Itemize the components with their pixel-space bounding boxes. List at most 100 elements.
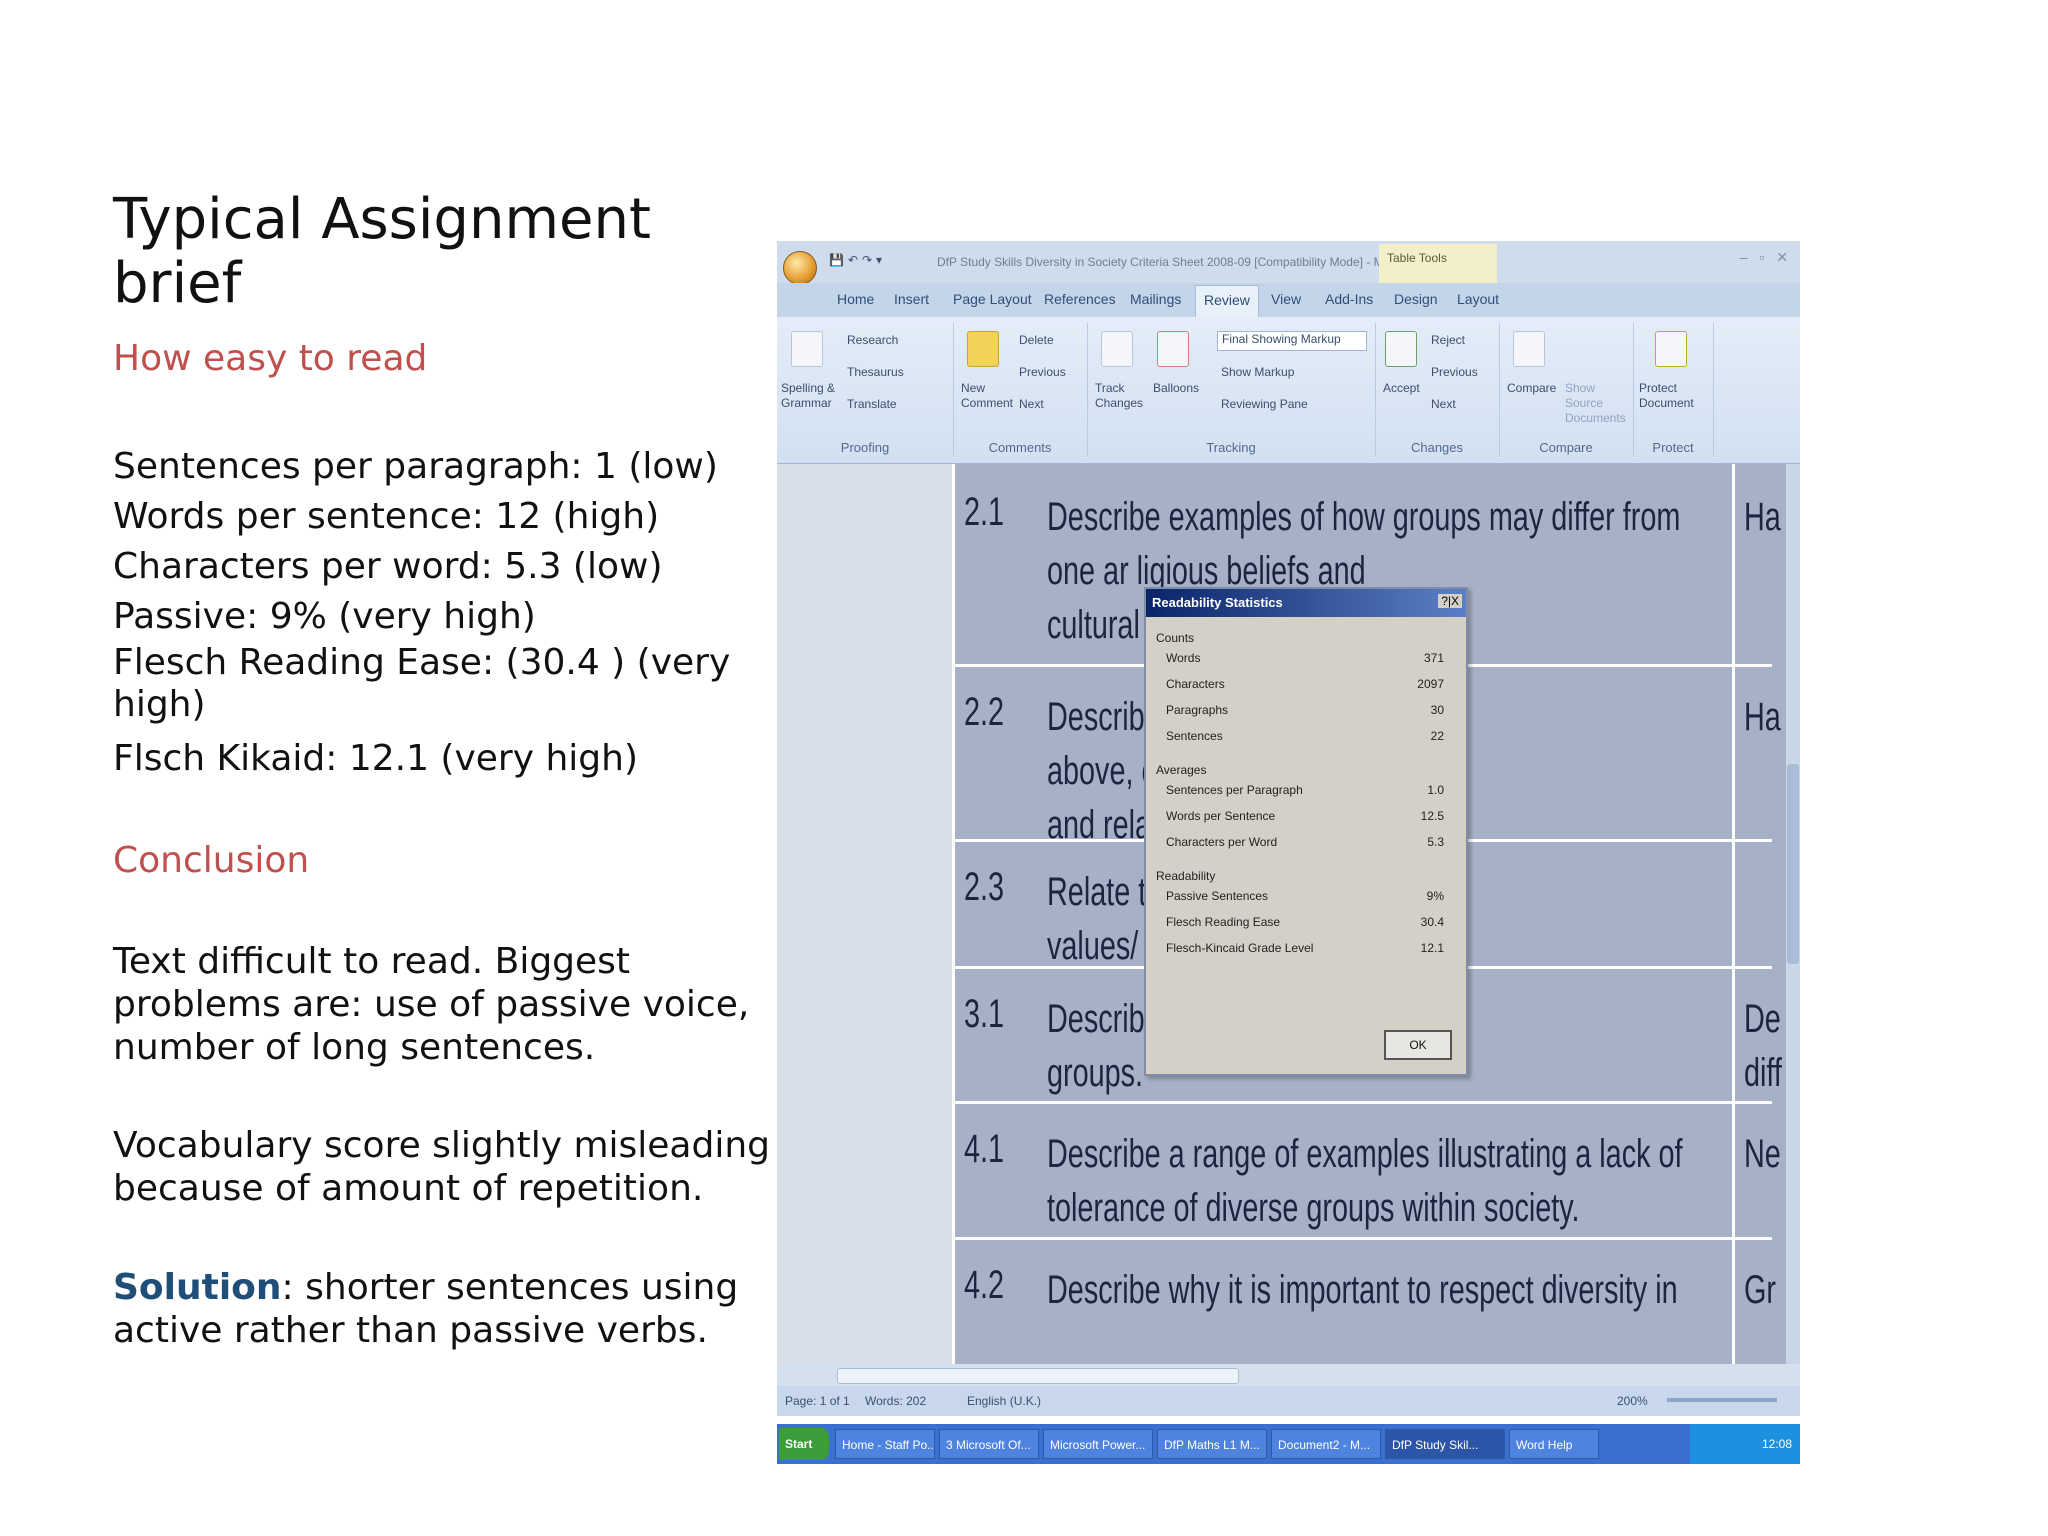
criteria-number: 4.1 [964, 1127, 1005, 1171]
table-border-left [952, 464, 955, 1364]
zoom-slider[interactable] [1667, 1398, 1777, 1402]
tab-layout[interactable]: Layout [1457, 291, 1499, 307]
next-comment-button[interactable]: Next [1019, 397, 1044, 412]
show-source-documents-button[interactable]: Show Source Documents [1565, 381, 1627, 426]
table-row: 4.2 Describe why it is important to resp… [952, 1237, 1776, 1364]
slide-title: Typical Assignment brief [113, 188, 793, 316]
vertical-scrollbar[interactable] [1786, 464, 1800, 1364]
group-label-proofing: Proofing [840, 440, 890, 455]
table-column-divider [1732, 464, 1735, 1364]
horizontal-scrollbar[interactable] [777, 1364, 1800, 1386]
tab-home[interactable]: Home [837, 291, 874, 307]
criteria-right-line: De [1744, 997, 1781, 1041]
taskbar-item-active[interactable]: DfP Study Skil... [1385, 1429, 1505, 1459]
stat-characters-per-word: Characters per word: 5.3 (low) [113, 546, 663, 587]
conclusion-text: Text difficult to read. Biggest problems… [113, 941, 750, 1068]
criteria-right-line: diff [1744, 1051, 1782, 1095]
dialog-stat-row: Flesch Reading Ease 30.4 [1146, 909, 1466, 935]
criteria-line: groups. [1047, 1051, 1144, 1095]
dialog-stat-value: 5.3 [1427, 835, 1444, 849]
protect-document-button[interactable]: Protect Document [1639, 381, 1705, 411]
show-markup-button[interactable]: Show Markup [1221, 365, 1294, 380]
next-change-button[interactable]: Next [1431, 397, 1456, 412]
taskbar-item[interactable]: Home - Staff Po... [835, 1429, 935, 1459]
group-label-comments: Comments [988, 440, 1052, 455]
tab-view[interactable]: View [1271, 291, 1301, 307]
accept-button[interactable]: Accept [1383, 381, 1420, 396]
reject-button[interactable]: Reject [1431, 333, 1465, 348]
group-compare: Compare Show Source Documents Compare [1499, 323, 1634, 457]
tab-design[interactable]: Design [1394, 291, 1438, 307]
averages-list: Sentences per Paragraph 1.0 Words per Sent… [1146, 777, 1466, 855]
slide-title-line1: Typical Assignment [113, 187, 651, 252]
status-language[interactable]: English (U.K.) [967, 1394, 1041, 1408]
criteria-number: 2.1 [964, 490, 1005, 534]
tab-insert[interactable]: Insert [894, 291, 929, 307]
status-page[interactable]: Page: 1 of 1 [785, 1394, 850, 1408]
criteria-line: Describe a range of examples illustratin… [1047, 1132, 1683, 1176]
compare-button[interactable]: Compare [1507, 381, 1556, 396]
balloons-button[interactable]: Balloons [1153, 381, 1199, 396]
horizontal-scroll-thumb[interactable] [837, 1368, 1239, 1384]
dialog-stat-label: Characters per Word [1166, 835, 1278, 849]
system-tray-clock: 12:08 [1690, 1424, 1800, 1464]
dialog-stat-value: 2097 [1417, 677, 1444, 691]
taskbar-item[interactable]: Document2 - M... [1271, 1429, 1381, 1459]
readability-statistics-dialog: Readability Statistics ?|X Counts Words 3… [1144, 587, 1468, 1076]
status-words[interactable]: Words: 202 [865, 1394, 926, 1408]
tab-mailings[interactable]: Mailings [1130, 291, 1181, 307]
dialog-stat-label: Words per Sentence [1166, 809, 1276, 823]
window-controls[interactable]: – ▫ ✕ [1740, 249, 1792, 266]
dialog-stat-value: 9% [1426, 889, 1444, 903]
dialog-stat-row: Words 371 [1146, 645, 1466, 671]
dialog-close-button[interactable]: ?|X [1438, 594, 1462, 608]
taskbar-item[interactable]: Microsoft Power... [1043, 1429, 1153, 1459]
track-changes-icon [1101, 331, 1133, 367]
vocabulary-text: Vocabulary score slightly misleading bec… [113, 1125, 771, 1209]
criteria-text: Describe a range of examples illustratin… [1047, 1127, 1683, 1235]
research-button[interactable]: Research [847, 333, 898, 348]
dialog-stat-value: 1.0 [1427, 783, 1444, 797]
dialog-stat-value: 22 [1430, 729, 1444, 743]
previous-comment-button[interactable]: Previous [1019, 365, 1066, 380]
taskbar-item[interactable]: Word Help [1509, 1429, 1599, 1459]
start-button[interactable]: Start [779, 1428, 829, 1460]
dialog-stat-row: Characters per Word 5.3 [1146, 829, 1466, 855]
criteria-right-column: Ha [1744, 695, 1781, 739]
dialog-stat-row: Flesch-Kincaid Grade Level 12.1 [1146, 935, 1466, 961]
tab-references[interactable]: References [1044, 291, 1116, 307]
dialog-section-readability: Readability [1156, 869, 1216, 883]
previous-change-button[interactable]: Previous [1431, 365, 1478, 380]
quick-access-toolbar[interactable]: 💾↶↷▾ [829, 253, 886, 267]
tab-page-layout[interactable]: Page Layout [953, 291, 1032, 307]
tab-add-ins[interactable]: Add-Ins [1325, 291, 1373, 307]
thesaurus-button[interactable]: Thesaurus [847, 365, 904, 380]
criteria-number: 2.2 [964, 690, 1005, 734]
office-button-icon[interactable] [783, 251, 817, 285]
track-changes-button[interactable]: Track Changes [1095, 381, 1149, 411]
zoom-level[interactable]: 200% [1617, 1394, 1648, 1408]
reviewing-pane-button[interactable]: Reviewing Pane [1221, 397, 1308, 412]
dialog-stat-row: Passive Sentences 9% [1146, 883, 1466, 909]
vertical-scroll-thumb[interactable] [1787, 764, 1799, 964]
table-tools-label: Table Tools [1379, 244, 1497, 283]
tab-review[interactable]: Review [1195, 285, 1259, 317]
stat-flesch-reading-ease: Flesch Reading Ease: (30.4 ) (very high) [113, 642, 731, 725]
taskbar-item[interactable]: 3 Microsoft Of... [939, 1429, 1039, 1459]
criteria-right-column: Ne [1744, 1132, 1781, 1176]
delete-comment-button[interactable]: Delete [1019, 333, 1054, 348]
criteria-right-column: De diff [1744, 992, 1782, 1100]
review-ribbon: Spelling & Grammar Research Thesaurus Tr… [777, 317, 1800, 464]
window-title: DfP Study Skills Diversity in Society Cr… [937, 255, 1394, 269]
taskbar-item[interactable]: DfP Maths L1 M... [1157, 1429, 1267, 1459]
markup-display-select[interactable]: Final Showing Markup [1217, 331, 1367, 351]
translate-button[interactable]: Translate [847, 397, 897, 412]
spelling-grammar-button[interactable]: Spelling & Grammar [781, 381, 837, 411]
dialog-stat-label: Passive Sentences [1166, 889, 1269, 903]
group-protect: Protect Document Protect [1633, 323, 1714, 457]
dialog-ok-button[interactable]: OK [1384, 1030, 1452, 1060]
group-label-changes: Changes [1410, 440, 1464, 455]
dialog-stat-label: Sentences [1166, 729, 1223, 743]
new-comment-button[interactable]: New Comment [961, 381, 1013, 411]
group-label-protect: Protect [1652, 440, 1694, 455]
